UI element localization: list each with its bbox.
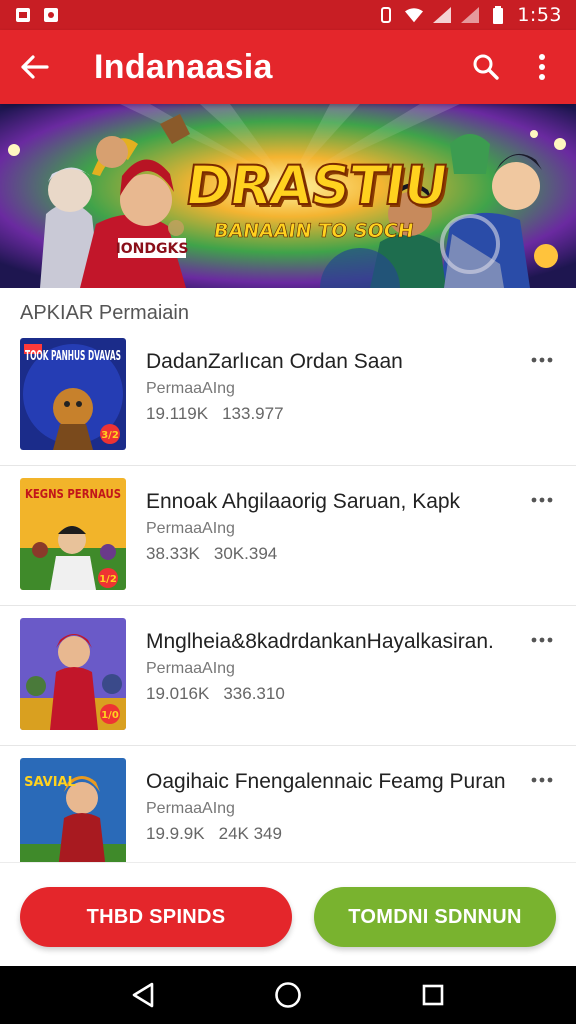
home-circle-icon — [275, 982, 301, 1008]
battery-icon — [489, 6, 507, 24]
arrow-back-icon — [21, 55, 49, 79]
gallery-icon — [14, 6, 32, 24]
item-stats: 19.119K 133.977 — [146, 404, 284, 424]
item-stats: 19.016K 336.310 — [146, 684, 285, 704]
game-thumbnail: 1/0 — [20, 618, 126, 730]
list-item[interactable]: KEGNS PERNAUS 1/2 Ennoak Ahgilaaorig Sar… — [0, 466, 576, 606]
item-more-button[interactable] — [530, 348, 554, 372]
secondary-action-button[interactable]: TOMDNI SDNNUN — [314, 887, 556, 947]
item-subtitle: PermaaAIng — [146, 800, 235, 817]
search-button[interactable] — [458, 30, 514, 104]
nav-back-button[interactable] — [123, 975, 163, 1015]
signal-icon — [433, 6, 452, 24]
status-bar: 1:53 — [0, 0, 576, 30]
item-subtitle: PermaaAIng — [146, 520, 235, 537]
thumbnail-caption: KEGNS PERNAUS — [25, 487, 121, 501]
item-more-button[interactable] — [530, 628, 554, 652]
item-stat-downloads: 19.016K — [146, 684, 210, 703]
more-options-button[interactable] — [514, 30, 570, 104]
item-stats: 38.33K 30K.394 — [146, 544, 277, 564]
item-title: Oagihaic Fnengalennaic Feamg Puran — [146, 770, 506, 793]
more-horiz-icon — [531, 497, 553, 503]
list-item[interactable]: TOOK PANHUS DVAVAS 3/2 DadanZarlıcan Ord… — [0, 326, 576, 466]
thumbnail-badge: 1/0 — [101, 710, 119, 721]
item-stat-reviews: 336.310 — [223, 684, 285, 703]
list-item[interactable]: 1/0 Mnglheia&8kadrdankanHayalkasiran. Pe… — [0, 606, 576, 746]
back-button[interactable] — [0, 30, 70, 104]
recents-square-icon — [423, 984, 444, 1006]
item-stat-reviews: 30K.394 — [213, 544, 278, 563]
item-stat-reviews: 133.977 — [222, 404, 284, 423]
item-stat-reviews: 24K 349 — [218, 824, 282, 843]
item-stat-downloads: 19.119K — [146, 404, 209, 423]
vibrate-icon — [377, 6, 395, 24]
status-time: 1:53 — [517, 4, 562, 26]
item-stats: 19.9.9K 24K 349 — [146, 824, 282, 844]
status-right-icons: 1:53 — [377, 4, 562, 26]
item-stat-downloads: 19.9.9K — [146, 824, 205, 843]
item-more-button[interactable] — [530, 768, 554, 792]
more-horiz-icon — [531, 777, 553, 783]
more-horiz-icon — [531, 637, 553, 643]
game-thumbnail: KEGNS PERNAUS 1/2 — [20, 478, 126, 590]
app-title: Indanaasia — [94, 47, 273, 86]
thumbnail-caption: SAVIAL — [24, 775, 76, 790]
game-list: TOOK PANHUS DVAVAS 3/2 DadanZarlıcan Ord… — [0, 326, 576, 862]
item-more-button[interactable] — [530, 488, 554, 512]
signal-icon — [461, 6, 480, 24]
banner-jersey-text: IONDGKS — [116, 241, 189, 257]
app-bar: Indanaasia — [0, 30, 576, 104]
primary-action-button[interactable]: THBD SPINDS — [20, 887, 292, 947]
item-subtitle: PermaaAIng — [146, 380, 235, 397]
list-item[interactable]: SAVIAL Oagihaic Fnengalennaic Feamg Pura… — [0, 746, 576, 862]
thumbnail-badge: 3/2 — [101, 430, 119, 441]
item-title: Mnglheia&8kadrdankanHayalkasiran. — [146, 630, 494, 653]
thumbnail-caption: TOOK PANHUS DVAVAS — [25, 349, 121, 364]
nav-recents-button[interactable] — [413, 975, 453, 1015]
banner-title: DRASTIU — [181, 153, 453, 218]
nav-home-button[interactable] — [268, 975, 308, 1015]
game-thumbnail: TOOK PANHUS DVAVAS 3/2 — [20, 338, 126, 450]
item-stat-downloads: 38.33K — [146, 544, 200, 563]
thumbnail-badge: 1/2 — [99, 574, 117, 585]
action-area: THBD SPINDS TOMDNI SDNNUN — [0, 862, 576, 966]
wifi-icon — [405, 6, 424, 24]
chrome-icon — [42, 6, 60, 24]
search-icon — [473, 54, 499, 80]
item-title: DadanZarlıcan Ordan Saan — [146, 350, 403, 373]
section-title: APKIAR Permaiain — [20, 302, 189, 324]
promo-banner[interactable]: IONDGKS DRASTIU BANAAIN TO SOCH — [0, 104, 576, 288]
more-vert-icon — [539, 54, 545, 80]
banner-subtitle: BANAAIN TO SOCH — [212, 220, 416, 243]
item-title: Ennoak Ahgilaaorig Saruan, Kapk — [146, 490, 461, 513]
status-left-icons — [14, 6, 60, 24]
back-triangle-icon — [132, 982, 153, 1008]
game-thumbnail: SAVIAL — [20, 758, 126, 862]
item-subtitle: PermaaAIng — [146, 660, 235, 677]
system-nav-bar — [0, 966, 576, 1024]
more-horiz-icon — [531, 357, 553, 363]
